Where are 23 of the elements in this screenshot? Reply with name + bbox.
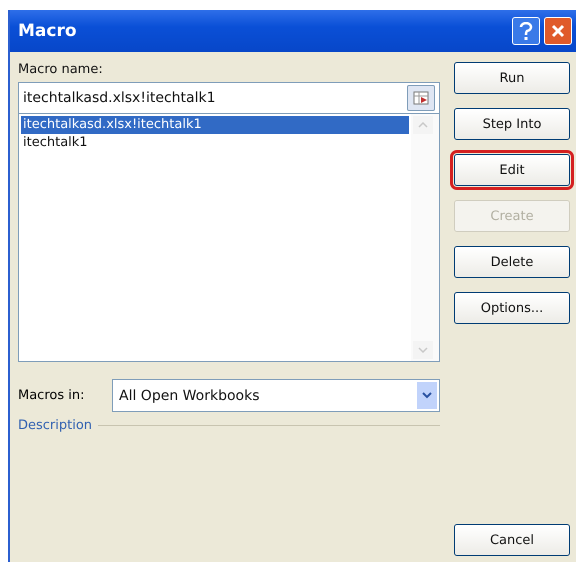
dropdown-button[interactable]	[417, 382, 437, 409]
window-title: Macro	[18, 21, 78, 41]
macro-list-item[interactable]: itechtalkasd.xlsx!itechtalk1	[21, 116, 409, 134]
chevron-up-icon	[418, 122, 428, 128]
description-label: Description	[18, 418, 92, 433]
collapse-dialog-button[interactable]	[407, 85, 435, 111]
help-icon	[519, 22, 533, 40]
close-icon	[551, 24, 565, 38]
dialog-button[interactable]: Delete	[454, 246, 570, 278]
dialog-button[interactable]: Options...	[454, 292, 570, 324]
cancel-button[interactable]: Cancel	[454, 524, 570, 556]
macros-in-label: Macros in:	[18, 388, 86, 403]
chevron-down-icon	[422, 392, 432, 399]
dialog-button[interactable]: Run	[454, 62, 570, 94]
macro-name-field[interactable]: itechtalkasd.xlsx!itechtalk1	[18, 82, 440, 114]
macros-in-dropdown[interactable]: All Open Workbooks	[112, 379, 440, 412]
macro-list-item[interactable]: itechtalk1	[21, 134, 409, 152]
dialog-button[interactable]: Step Into	[454, 108, 570, 140]
chevron-down-icon	[418, 347, 428, 353]
help-button[interactable]	[512, 17, 540, 45]
close-button[interactable]	[544, 17, 572, 45]
range-picker-icon	[413, 91, 429, 105]
macro-name-label: Macro name:	[18, 62, 104, 79]
